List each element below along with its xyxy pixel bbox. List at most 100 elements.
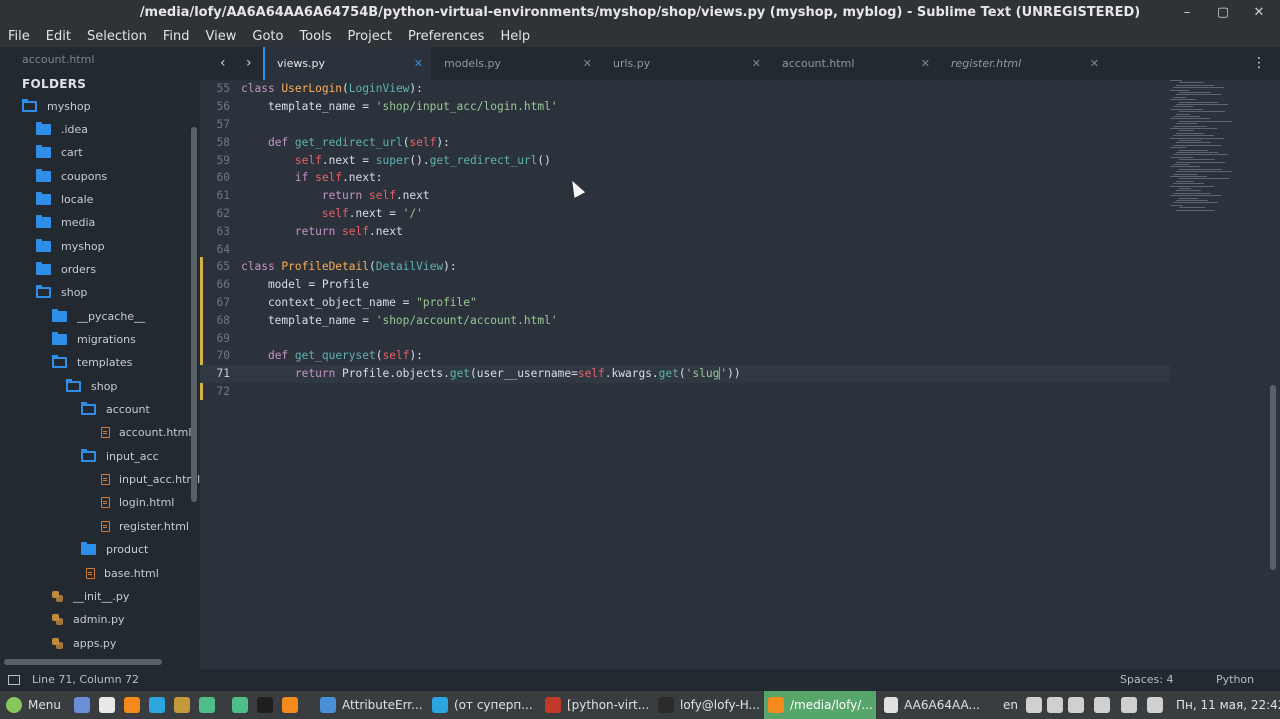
network-icon[interactable] [1047, 697, 1063, 713]
taskbar-window[interactable]: /media/lofy/... [764, 691, 876, 719]
volume-icon[interactable] [1068, 697, 1084, 713]
menu-tools[interactable]: Tools [299, 29, 331, 44]
menu-selection[interactable]: Selection [87, 29, 147, 44]
shield-icon[interactable] [1147, 697, 1163, 713]
tab[interactable]: models.py ✕ [432, 47, 600, 80]
code-line[interactable]: 69 [200, 329, 1170, 347]
tree-item[interactable]: myshop [36, 235, 105, 257]
code-line[interactable]: 63 return self.next [200, 222, 1170, 240]
menu-file[interactable]: File [8, 29, 30, 44]
taskbar-window[interactable]: AA6A64AA... [880, 691, 980, 719]
tree-item[interactable]: account [81, 399, 150, 421]
tree-item[interactable]: locale [36, 188, 93, 210]
taskbar-window[interactable]: lofy@lofy-H... [654, 691, 761, 719]
tree-item[interactable]: input_acc.html [101, 469, 200, 491]
menu-project[interactable]: Project [347, 29, 391, 44]
terminal-launcher-icon[interactable] [257, 697, 273, 713]
tab-close-icon[interactable]: ✕ [752, 57, 761, 70]
tree-item[interactable]: cart [36, 142, 83, 164]
tree-item[interactable]: base.html [86, 562, 159, 584]
menu-find[interactable]: Find [163, 29, 190, 44]
menu-preferences[interactable]: Preferences [408, 29, 484, 44]
menu-goto[interactable]: Goto [252, 29, 283, 44]
code-line[interactable]: 68 template_name = 'shop/account/account… [200, 311, 1170, 329]
editor-vertical-scrollbar[interactable] [1270, 385, 1276, 570]
code-line[interactable]: 58 def get_redirect_url(self): [200, 133, 1170, 151]
start-menu-button[interactable]: Menu [6, 691, 61, 719]
tree-item[interactable]: .idea [36, 118, 88, 140]
tree-item[interactable]: __init__.py [52, 585, 129, 607]
app-launcher-icon[interactable] [174, 697, 190, 713]
indentation-setting[interactable]: Spaces: 4 [1120, 673, 1173, 686]
tree-item[interactable]: coupons [36, 165, 107, 187]
files-icon[interactable] [99, 697, 115, 713]
code-line[interactable]: 61 return self.next [200, 187, 1170, 205]
taskbar-window[interactable]: AttributeErr... [316, 691, 426, 719]
tree-item[interactable]: login.html [101, 492, 174, 514]
code-line[interactable]: 57 [200, 116, 1170, 134]
code-line[interactable]: 55 class UserLogin(LoginView): [200, 80, 1170, 98]
panel-toggle-icon[interactable] [8, 674, 20, 685]
folder-launcher-icon[interactable] [232, 697, 248, 713]
code-line[interactable]: 60 if self.next: [200, 169, 1170, 187]
tab[interactable]: register.html ✕ [939, 47, 1107, 80]
sublime-launcher-icon[interactable] [124, 697, 140, 713]
open-file-entry[interactable]: account.html [22, 53, 94, 66]
syntax-setting[interactable]: Python [1216, 673, 1254, 686]
update-icon[interactable] [1094, 697, 1110, 713]
code-line[interactable]: 59 self.next = super().get_redirect_url(… [200, 151, 1170, 169]
code-line[interactable]: 70 def get_queryset(self): [200, 347, 1170, 365]
minimap[interactable] [1170, 80, 1250, 220]
tree-item[interactable]: templates [52, 352, 132, 374]
menu-help[interactable]: Help [500, 29, 530, 44]
tree-item[interactable]: shop [36, 282, 87, 304]
code-line[interactable]: 62 self.next = '/' [200, 205, 1170, 223]
firefox-launcher-icon[interactable] [282, 697, 298, 713]
tab-menu-icon[interactable]: ⋮ [1252, 55, 1266, 71]
sidebar-vertical-scrollbar[interactable] [191, 127, 197, 502]
tab-back-icon[interactable]: ‹ [220, 55, 226, 71]
sidebar-horizontal-scrollbar[interactable] [4, 659, 162, 665]
code-line[interactable]: 65 class ProfileDetail(DetailView): [200, 258, 1170, 276]
app-launcher-icon[interactable] [199, 697, 215, 713]
code-line[interactable]: 67 context_object_name = "profile" [200, 294, 1170, 312]
tree-item[interactable]: orders [36, 258, 96, 280]
tab-close-icon[interactable]: ✕ [414, 57, 423, 70]
code-line[interactable]: 64 [200, 240, 1170, 258]
code-line[interactable]: 72 [200, 383, 1170, 401]
tree-item[interactable]: __pycache__ [52, 305, 145, 327]
tab[interactable]: views.py ✕ [263, 47, 431, 80]
bluetooth-icon[interactable] [1121, 697, 1137, 713]
tab-forward-icon[interactable]: › [246, 55, 252, 71]
tree-item[interactable]: media [36, 212, 95, 234]
tree-item[interactable]: myshop [22, 95, 91, 117]
code-line[interactable]: 66 model = Profile [200, 276, 1170, 294]
tab[interactable]: account.html ✕ [770, 47, 938, 80]
show-desktop-icon[interactable] [74, 697, 90, 713]
tree-item[interactable]: input_acc [81, 445, 159, 467]
minimize-icon[interactable]: – [1180, 5, 1194, 20]
tab-close-icon[interactable]: ✕ [583, 57, 592, 70]
telegram-launcher-icon[interactable] [149, 697, 165, 713]
close-icon[interactable]: ✕ [1252, 5, 1266, 20]
tree-item[interactable]: migrations [52, 329, 136, 351]
tree-item[interactable]: register.html [101, 515, 189, 537]
tab-close-icon[interactable]: ✕ [921, 57, 930, 70]
maximize-icon[interactable]: ▢ [1216, 5, 1230, 20]
tree-item[interactable]: account.html [101, 422, 191, 444]
tree-item[interactable]: shop [66, 375, 117, 397]
code-line[interactable]: 71 return Profile.objects.get(user__user… [200, 364, 1170, 383]
tree-item[interactable]: product [81, 539, 148, 561]
code-line[interactable]: 56 template_name = 'shop/input_acc/login… [200, 98, 1170, 116]
taskbar-window[interactable]: (от суперп... [428, 691, 538, 719]
menu-view[interactable]: View [206, 29, 237, 44]
tab[interactable]: urls.py ✕ [601, 47, 769, 80]
tree-item[interactable]: admin.py [52, 609, 124, 631]
tree-item[interactable]: apps.py [52, 632, 116, 654]
taskbar-window[interactable]: [python-virt... [541, 691, 651, 719]
tab-close-icon[interactable]: ✕ [1090, 57, 1099, 70]
keyboard-layout[interactable]: en [1003, 691, 1018, 719]
printer-icon[interactable] [1026, 697, 1042, 713]
code-editor[interactable]: 55 class UserLogin(LoginView): 56 template… [200, 80, 1280, 669]
menu-edit[interactable]: Edit [46, 29, 71, 44]
